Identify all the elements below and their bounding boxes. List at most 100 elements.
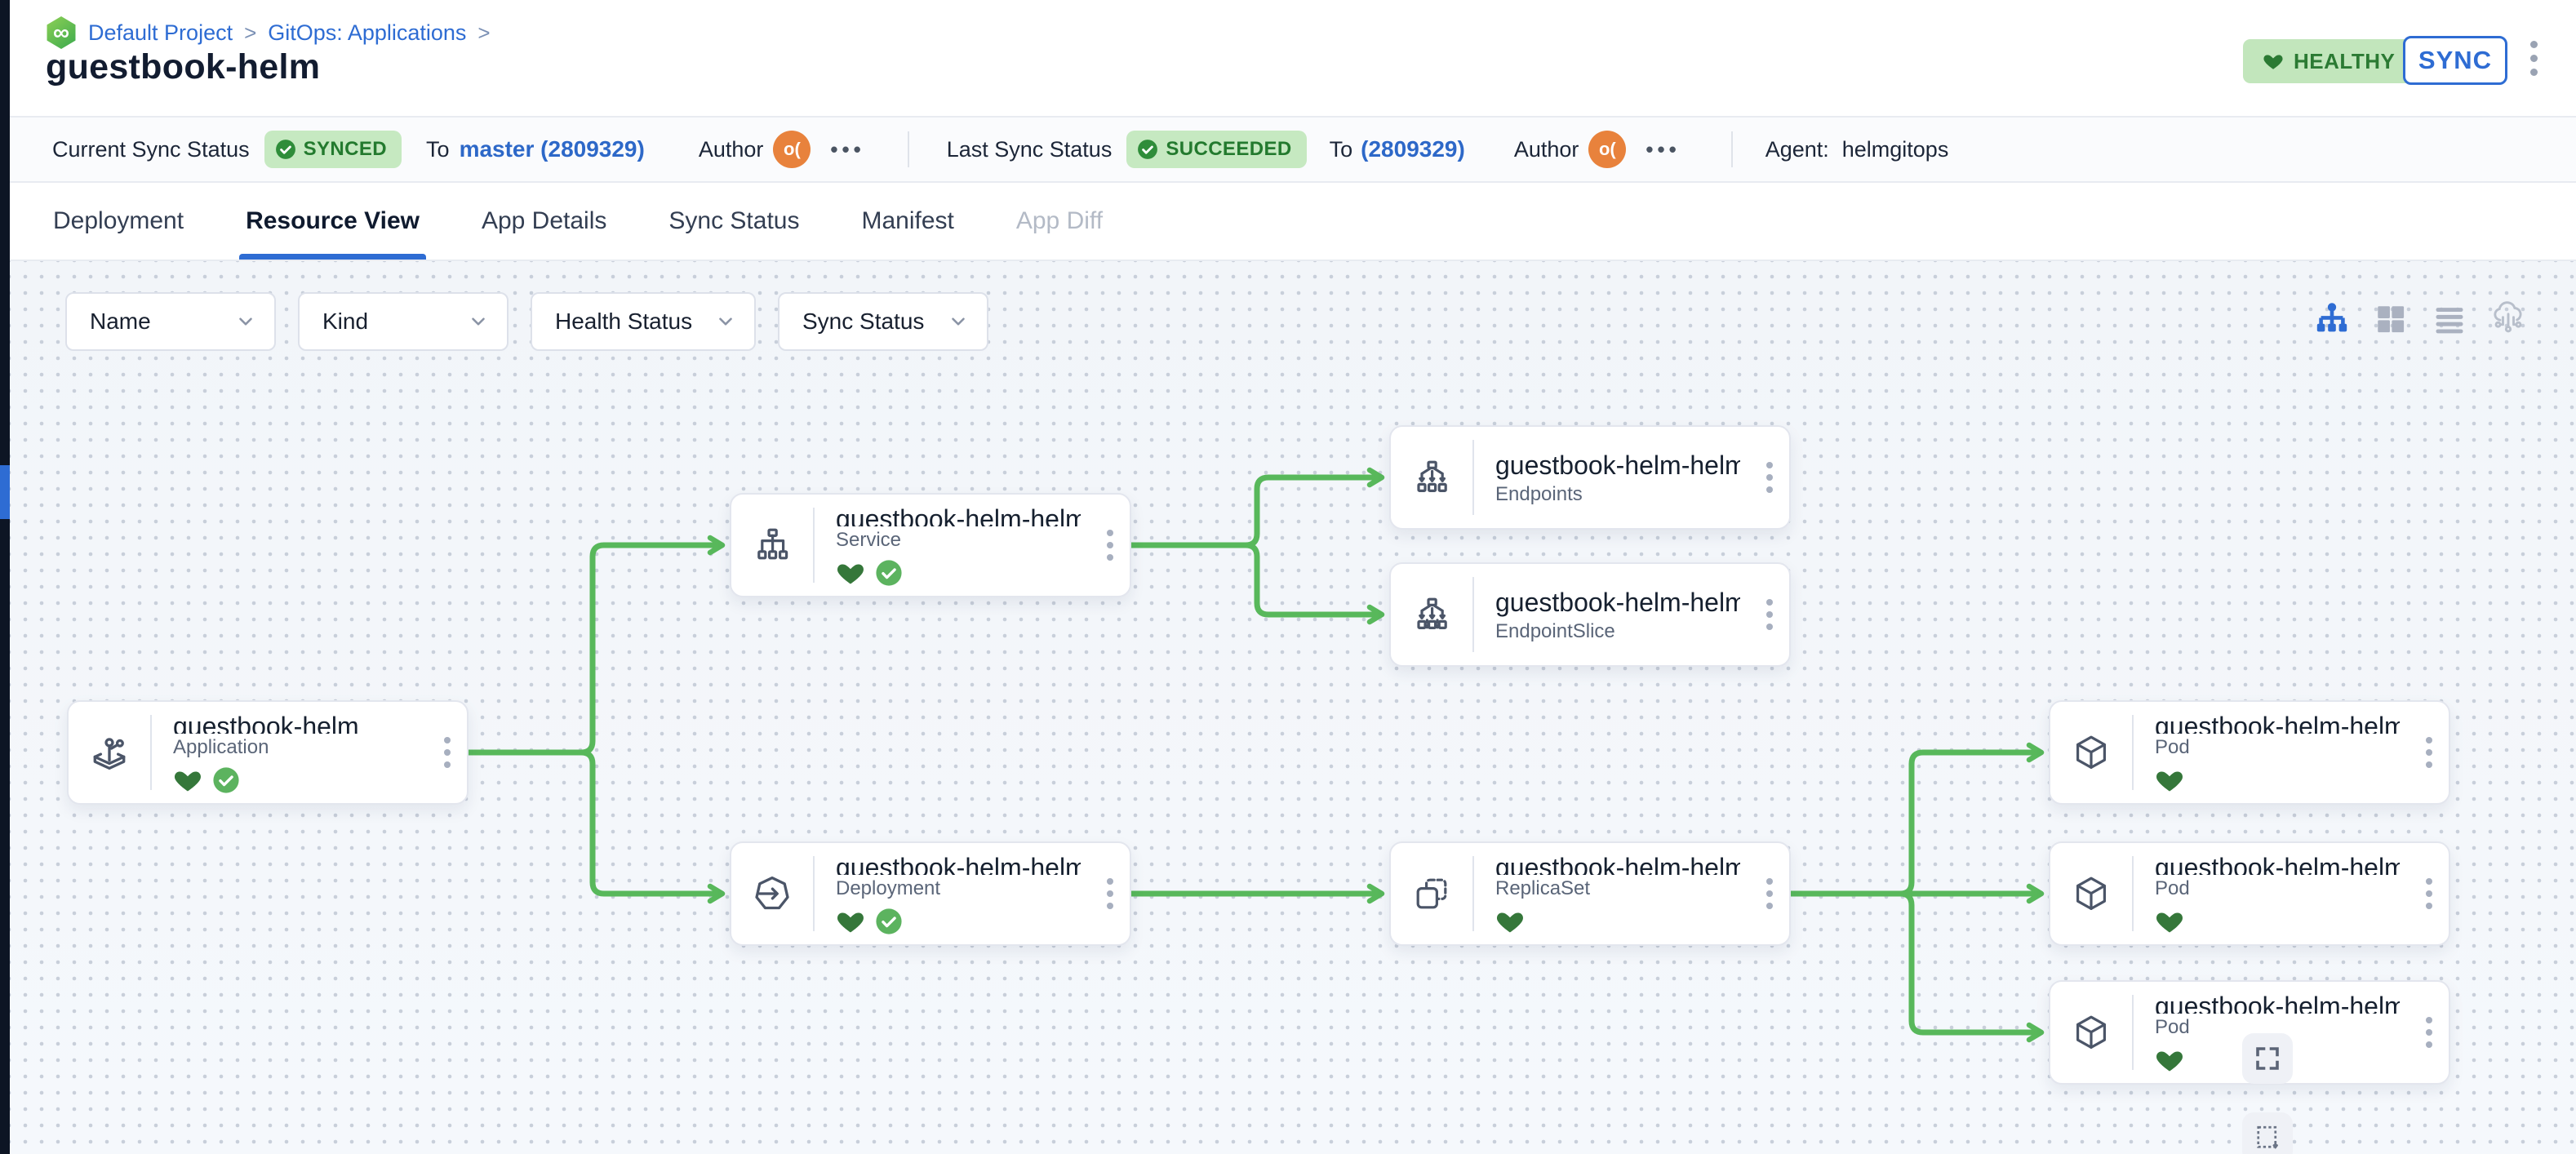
healthy-heart-icon [2155, 1045, 2184, 1075]
author-avatar: o( [1588, 131, 1626, 168]
deployment-icon [731, 856, 815, 931]
node-endpointslice[interactable]: guestbook-helm-helm-g... EndpointSlice [1389, 562, 1791, 667]
node-kind: Application [173, 736, 418, 759]
node-more-menu-icon[interactable] [1766, 462, 1773, 493]
node-title: guestbook-helm-helm-g... [1495, 588, 1740, 618]
selection-box-icon [2253, 1122, 2282, 1153]
node-kind: Pod [2155, 736, 2400, 759]
pod-icon [2050, 995, 2134, 1070]
node-title: guestbook-helm-helm-g... [836, 853, 1081, 875]
application-icon [69, 715, 152, 790]
current-sync-status-label: Current Sync Status [52, 137, 250, 162]
node-more-menu-icon[interactable] [1107, 530, 1113, 561]
node-title: guestbook-helm-helm-g... [2155, 992, 2400, 1014]
node-more-menu-icon[interactable] [2426, 1017, 2432, 1048]
node-endpoints[interactable]: guestbook-helm-helm-g... Endpoints [1389, 425, 1791, 530]
synced-check-icon [212, 766, 240, 794]
synced-badge: SYNCED [264, 131, 402, 168]
succeeded-badge: SUCCEEDED [1126, 131, 1306, 168]
heart-icon [2263, 51, 2284, 72]
endpoints-icon [1391, 440, 1474, 515]
node-kind: Deployment [836, 877, 1081, 900]
tab-manifest[interactable]: Manifest [861, 183, 953, 260]
node-kind: Service [836, 529, 1081, 552]
synced-check-icon [875, 559, 903, 587]
node-title: guestbook-helm [173, 712, 418, 734]
node-more-menu-icon[interactable] [1766, 599, 1773, 630]
agent-label: Agent: [1765, 137, 1829, 162]
tab-app-diff: App Diff [1016, 183, 1103, 260]
pod-icon [2050, 715, 2134, 790]
node-service[interactable]: guestbook-helm-helm-g... Service [730, 493, 1131, 597]
author-label: Author [699, 137, 764, 162]
to-label: To [426, 137, 450, 162]
fit-view-button[interactable] [2242, 1033, 2293, 1084]
synced-check-icon [875, 908, 903, 935]
tab-deployment[interactable]: Deployment [53, 183, 184, 260]
node-title: guestbook-helm-helm-g... [2155, 712, 2400, 734]
node-kind: Pod [2155, 877, 2400, 900]
current-revision-link[interactable]: master (2809329) [460, 136, 645, 162]
node-more-menu-icon[interactable] [1766, 878, 1773, 909]
page-title: guestbook-helm [46, 47, 320, 87]
resource-graph-canvas[interactable]: Name Kind Health Status Sync Status [10, 261, 2576, 1154]
healthy-heart-icon [836, 907, 865, 936]
last-sync-status-label: Last Sync Status [947, 137, 1113, 162]
pod-icon [2050, 856, 2134, 931]
healthy-heart-icon [1495, 907, 1525, 936]
breadcrumb-separator-icon: > [244, 20, 256, 46]
check-circle-icon [275, 139, 296, 160]
author-avatar: o( [773, 131, 811, 168]
tab-app-details[interactable]: App Details [482, 183, 606, 260]
breadcrumb-separator-icon: > [477, 20, 490, 46]
tab-sync-status[interactable]: Sync Status [668, 183, 799, 260]
node-more-menu-icon[interactable] [2426, 737, 2432, 768]
to-label: To [1330, 137, 1353, 162]
healthy-heart-icon [2155, 766, 2184, 795]
node-more-menu-icon[interactable] [444, 737, 451, 768]
service-icon [731, 508, 815, 583]
divider [1731, 131, 1733, 167]
author-label: Author [1514, 137, 1579, 162]
selection-mode-button[interactable] [2242, 1112, 2293, 1154]
collapsed-sidebar[interactable] [0, 0, 10, 1154]
codefresh-logo-icon: ∞ [46, 16, 77, 49]
app-header: ∞ Default Project > GitOps: Applications… [10, 0, 2576, 116]
sidebar-active-indicator [0, 465, 10, 519]
node-replicaset[interactable]: guestbook-helm-helm-g... ReplicaSet [1389, 841, 1791, 946]
node-title: guestbook-helm-helm-g... [836, 504, 1081, 526]
sync-button[interactable]: SYNC [2403, 36, 2507, 85]
node-more-menu-icon[interactable] [1107, 878, 1113, 909]
breadcrumb-applications[interactable]: GitOps: Applications [268, 20, 466, 46]
breadcrumb: ∞ Default Project > GitOps: Applications… [46, 16, 491, 49]
tab-resource-view[interactable]: Resource View [246, 183, 420, 260]
health-badge-label: HEALTHY [2294, 49, 2395, 74]
node-title: guestbook-helm-helm-g... [1495, 853, 1740, 875]
healthy-heart-icon [836, 558, 865, 588]
replicaset-icon [1391, 856, 1474, 931]
node-pod-1[interactable]: guestbook-helm-helm-g... Pod [2049, 700, 2450, 805]
node-kind: Endpoints [1495, 483, 1740, 506]
node-pod-2[interactable]: guestbook-helm-helm-g... Pod [2049, 841, 2450, 946]
node-more-menu-icon[interactable] [2426, 878, 2432, 909]
node-kind: EndpointSlice [1495, 620, 1740, 643]
healthy-heart-icon [2155, 907, 2184, 936]
node-title: guestbook-helm-helm-g... [2155, 853, 2400, 875]
endpointslice-icon [1391, 577, 1474, 652]
agent-value: helmgitops [1842, 137, 1949, 162]
sync-status-bar: Current Sync Status SYNCED To master (28… [10, 116, 2576, 183]
health-status-badge: HEALTHY [2243, 39, 2414, 83]
commit-more-icon[interactable]: ••• [830, 137, 864, 162]
healthy-heart-icon [173, 766, 202, 795]
node-application[interactable]: guestbook-helm Application [67, 700, 469, 805]
commit-more-icon[interactable]: ••• [1646, 137, 1680, 162]
node-title: guestbook-helm-helm-g... [1495, 451, 1740, 481]
breadcrumb-project[interactable]: Default Project [88, 20, 233, 46]
divider [908, 131, 909, 167]
app-tabs: Deployment Resource View App Details Syn… [10, 183, 2576, 261]
fit-view-icon [2253, 1044, 2282, 1073]
last-revision-link[interactable]: (2809329) [1361, 136, 1465, 162]
node-kind: ReplicaSet [1495, 877, 1740, 900]
node-deployment[interactable]: guestbook-helm-helm-g... Deployment [730, 841, 1131, 946]
header-more-menu-icon[interactable] [2530, 41, 2538, 76]
